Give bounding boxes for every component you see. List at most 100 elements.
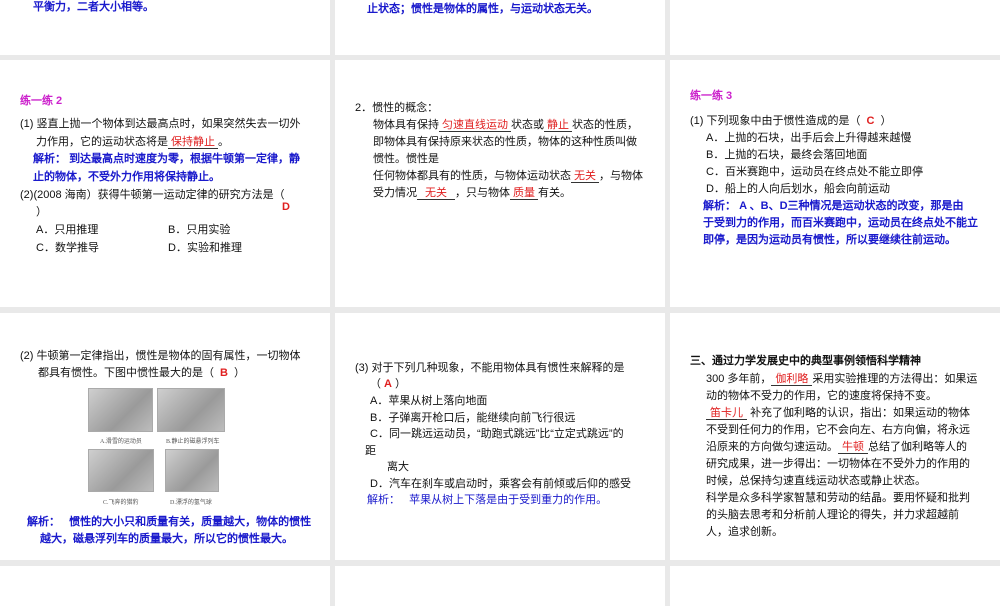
answer-text: C	[866, 115, 875, 127]
option-a: A．只用推理	[36, 224, 99, 236]
text: ，只与物体	[455, 187, 510, 199]
cheetah-image	[88, 449, 154, 492]
question-line: 都具有惯性。下图中惯性最大的是（ B ）	[38, 366, 245, 380]
option-b: B．上抛的石块，最终会落回地面	[706, 149, 868, 161]
answer-text: 匀速直线运动	[439, 119, 511, 132]
analysis-line: 止的物体，不受外力作用将保持静止。	[33, 171, 220, 183]
text-line: 不受到任何力的作用，它不会向左、右方向偏，将永远	[706, 424, 970, 436]
text-line: 科学是众多科学家智慧和劳动的结晶。要用怀疑和批判	[706, 492, 970, 504]
text: 采用实验推理的方法得出：如果运	[812, 373, 978, 385]
question-text: ）	[880, 115, 892, 127]
text: ，与物体	[599, 170, 643, 182]
analysis-label: 解析：	[27, 516, 60, 528]
image-caption: D.漂浮的氢气球	[170, 500, 212, 506]
section-heading: 2．惯性的概念：	[355, 102, 439, 114]
text-line: 时候，总保持匀速直线运动状态或静止状态。	[706, 475, 926, 487]
analysis-text: 到达最高点时速度为零，根据牛顿第一定律，静	[69, 153, 301, 165]
question-line: (1) 下列现象中由于惯性造成的是（ C ）	[690, 114, 891, 128]
text: 沿原来的方向做匀速运动。	[706, 441, 838, 453]
slide-thumbnail-12[interactable]	[670, 566, 1000, 606]
analysis-line: 越大，磁悬浮列车的质量最大，所以它的惯性最大。	[40, 533, 293, 545]
slide-thumbnail-11[interactable]	[335, 566, 665, 606]
text-line: 即物体具有保持原来状态的性质，物体的这种性质叫做	[373, 136, 637, 148]
question-text: ）	[394, 378, 406, 390]
slide-thumbnail-9[interactable]: 三、通过力学发展史中的典型事例领悟科学精神 300 多年前， 伽利略 采用实验推理的…	[670, 313, 1000, 560]
analysis-text: 惯性的大小只和质量有关，质量越大，物体的惯性	[69, 516, 312, 528]
analysis-line: 于受到力的作用，而百米赛跑中，运动员在终点处不能立	[703, 217, 978, 229]
maglev-train-image	[157, 388, 225, 432]
option-a: A．上抛的石块，出手后会上升得越来越慢	[706, 132, 912, 144]
text: 任何物体都具有的性质，与物体运动状态	[373, 170, 571, 182]
slide-thumbnail-7[interactable]: (2) 牛顿第一定律指出，惯性是物体的固有属性，一切物体 都具有惯性。下图中惯性…	[0, 313, 330, 560]
answer-text: 牛顿	[838, 441, 868, 454]
question-line: 力作用，它的运动状态将是 保持静止。	[36, 135, 229, 149]
question-text: 。	[218, 136, 229, 148]
option-d: D．实验和推理	[168, 242, 242, 254]
analysis-label: 解析：	[33, 153, 66, 165]
slide-thumbnail-1[interactable]: 平衡力，二者大小相等。	[0, 0, 330, 55]
slide-text: 平衡力，二者大小相等。	[33, 1, 154, 13]
section-heading: 三、通过力学发展史中的典型事例领悟科学精神	[690, 355, 921, 367]
text: 总结了伽利略等人的	[868, 441, 967, 453]
text-line: 人，追求创新。	[706, 526, 783, 538]
text-line: 受力情况 无关 ，只与物体 质量 有关。	[373, 186, 571, 200]
text-line: 研究成果，进一步得出：一切物体在不受外力的作用的	[706, 458, 970, 470]
text: 受力情况	[373, 187, 417, 199]
slide-thumbnail-6[interactable]: 练一练 3 (1) 下列现象中由于惯性造成的是（ C ） A．上抛的石块，出手后会上…	[670, 60, 1000, 307]
slide-title: 练一练 2	[20, 95, 63, 107]
question-line: (1) 竖直上抛一个物体到达最高点时，如果突然失去一切外	[20, 118, 301, 130]
question-text: (1) 下列现象中由于惯性造成的是（	[690, 115, 861, 127]
analysis-label: 解析：	[703, 200, 736, 212]
text-line: 沿原来的方向做匀速运动。 牛顿 总结了伽利略等人的	[706, 440, 967, 454]
text: 有关。	[538, 187, 571, 199]
text-line: 300 多年前， 伽利略 采用实验推理的方法得出：如果运	[706, 372, 977, 386]
option-d: D．汽车在刹车或启动时，乘客会有前倾或后仰的感受	[370, 478, 631, 490]
text-line: 任何物体都具有的性质，与物体运动状态 无关 ，与物体	[373, 169, 643, 183]
analysis-line: 解析： 到达最高点时速度为零，根据牛顿第一定律，静	[33, 152, 300, 166]
answer-text: 无关	[417, 187, 455, 200]
text: 状态的性质，	[572, 119, 638, 131]
text: 物体具有保持	[373, 119, 439, 131]
answer-text: 无关	[571, 170, 599, 183]
analysis-line: 解析： A 、B、D三种情况是运动状态的改变，那是由	[703, 199, 964, 213]
option-a: A．苹果从树上落向地面	[370, 395, 488, 407]
question-line: ）	[36, 206, 47, 218]
option-b: B．子弹离开枪口后，能继续向前飞行很远	[370, 412, 576, 424]
image-caption: B.静止的磁悬浮列车	[166, 439, 220, 445]
answer-text: 伽利略	[771, 373, 813, 386]
slide-thumbnail-3[interactable]	[670, 0, 1000, 55]
answer-text: B	[220, 367, 228, 379]
answer-text: 质量	[510, 187, 538, 200]
option-c-cont: 距	[365, 445, 376, 457]
question-line: (2) 牛顿第一定律指出，惯性是物体的固有属性，一切物体	[20, 350, 301, 362]
question-text: 力作用，它的运动状态将是	[36, 136, 168, 148]
option-c-cont: 离大	[387, 461, 409, 473]
text-line: 惯性。惯性是	[373, 153, 439, 165]
slide-thumbnail-10[interactable]	[0, 566, 330, 606]
text-line: 的头脑去思考和分析前人理论的得失，并力求超越前	[706, 509, 959, 521]
slide-title: 练一练 3	[690, 90, 733, 102]
analysis-line: 解析： 惯性的大小只和质量有关，质量越大，物体的惯性	[27, 515, 311, 529]
slide-thumbnail-4[interactable]: 练一练 2 (1) 竖直上抛一个物体到达最高点时，如果突然失去一切外 力作用，它…	[0, 60, 330, 307]
question-text: ）	[233, 367, 245, 379]
text-line: 动的物体不受力的作用，它的速度将保持不变。	[706, 390, 937, 402]
analysis-label: 解析：	[367, 494, 400, 506]
question-line: (3) 对于下列几种现象，不能用物体具有惯性来解释的是	[355, 362, 625, 374]
answer-text: 笛卡儿	[706, 407, 747, 420]
option-c: C．同一跳远运动员，“助跑式跳远”比“立定式跳远”的	[370, 428, 624, 440]
text-line: 物体具有保持 匀速直线运动 状态或 静止 状态的性质，	[373, 118, 638, 132]
slide-thumbnail-5[interactable]: 2．惯性的概念： 物体具有保持 匀速直线运动 状态或 静止 状态的性质， 即物体具有保持…	[335, 60, 665, 307]
slide-thumbnail-2[interactable]: 止状态；惯性是物体的属性，与运动状态无关。	[335, 0, 665, 55]
answer-text: 静止	[544, 119, 572, 132]
balloon-image	[165, 449, 219, 492]
question-line: （A）	[370, 377, 406, 391]
text: 状态或	[511, 119, 544, 131]
slide-thumbnail-8[interactable]: (3) 对于下列几种现象，不能用物体具有惯性来解释的是 （A） A．苹果从树上落…	[335, 313, 665, 560]
skier-image	[88, 388, 153, 432]
option-c: C．数学推导	[36, 242, 99, 254]
analysis-text: A 、B、D三种情况是运动状态的改变，那是由	[739, 200, 964, 212]
text: 300 多年前，	[706, 373, 772, 385]
option-d: D．船上的人向后划水，船会向前运动	[706, 183, 890, 195]
answer-text: D	[282, 201, 290, 213]
image-caption: C.飞奔的猎豹	[103, 500, 139, 506]
